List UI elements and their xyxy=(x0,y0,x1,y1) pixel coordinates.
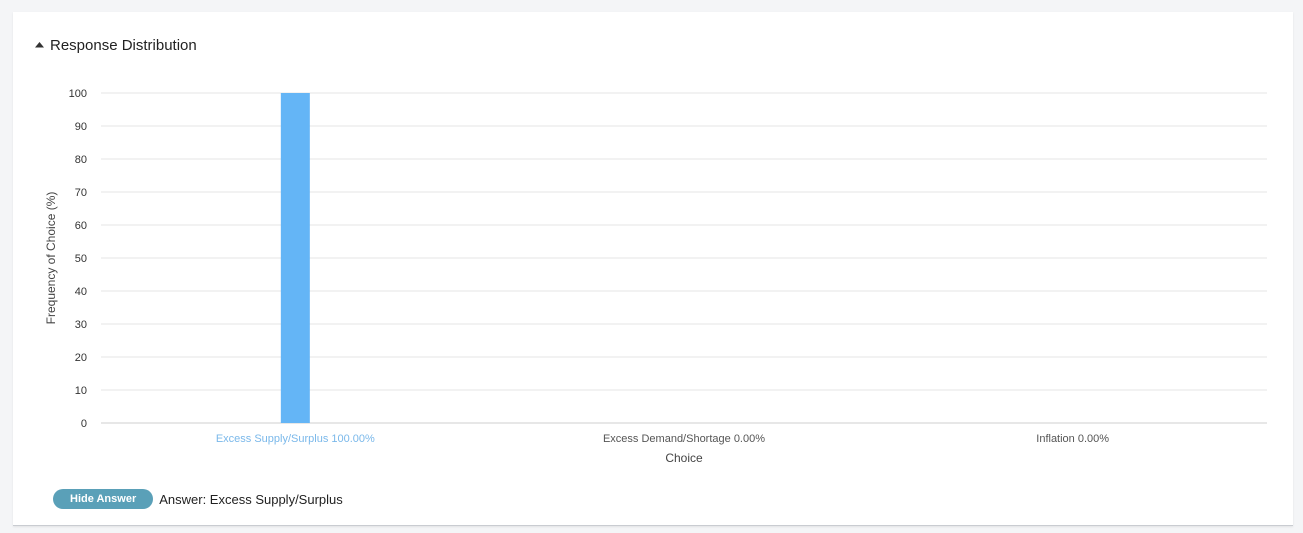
x-tick-label: Excess Demand/Shortage 0.00% xyxy=(603,433,765,445)
x-tick-label: Excess Supply/Surplus 100.00% xyxy=(216,433,375,445)
y-tick-label: 100 xyxy=(69,88,87,100)
y-tick-label: 50 xyxy=(75,253,87,265)
caret-up-icon xyxy=(35,42,44,48)
y-axis-title: Frequency of Choice (%) xyxy=(44,192,58,325)
x-tick-label: Inflation 0.00% xyxy=(1036,433,1109,445)
answer-text: Answer: Excess Supply/Surplus xyxy=(159,491,343,507)
panel-title: Response Distribution xyxy=(50,36,197,54)
y-tick-label: 30 xyxy=(75,319,87,331)
y-tick-label: 60 xyxy=(75,220,87,232)
y-tick-label: 10 xyxy=(75,385,87,397)
y-tick-label: 0 xyxy=(81,418,87,430)
bar xyxy=(280,93,310,423)
y-tick-label: 70 xyxy=(75,187,87,199)
answer-footer: Hide Answer Answer: Excess Supply/Surplu… xyxy=(53,489,343,509)
y-tick-label: 40 xyxy=(75,286,87,298)
hide-answer-button[interactable]: Hide Answer xyxy=(53,489,154,509)
x-axis-title: Choice xyxy=(665,451,703,465)
y-tick-label: 90 xyxy=(75,121,87,133)
panel-header-toggle[interactable]: Response Distribution xyxy=(34,34,197,56)
response-distribution-card: 0 10 20 30 40 50 60 70 80 90 100 Excess Supply/Surp… xyxy=(13,12,1293,526)
response-distribution-chart: 0 10 20 30 40 50 60 70 80 90 100 Excess Supply/Surp… xyxy=(44,88,1267,465)
y-tick-label: 20 xyxy=(75,352,87,364)
y-tick-label: 80 xyxy=(75,154,87,166)
